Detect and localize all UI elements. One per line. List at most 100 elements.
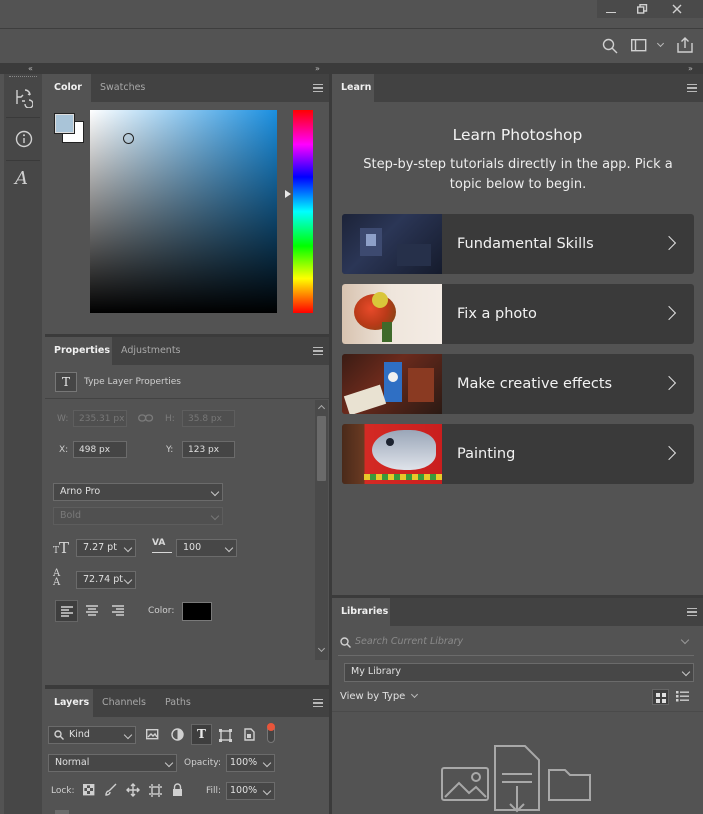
tab-libraries[interactable]: Libraries: [332, 598, 390, 626]
share-icon[interactable]: [677, 37, 693, 53]
tab-adjustments[interactable]: Adjustments: [112, 337, 190, 365]
leading-icon: AA: [53, 568, 61, 588]
smart-object-filter-icon[interactable]: [244, 728, 255, 741]
color-picker-cursor[interactable]: [123, 133, 134, 144]
library-search[interactable]: Search Current Library: [338, 633, 694, 653]
workspace-button[interactable]: [631, 38, 669, 54]
learn-item-title: Fundamental Skills: [457, 236, 594, 252]
restore-button[interactable]: [627, 0, 657, 18]
foreground-color-swatch[interactable]: [54, 113, 75, 134]
expand-panels-icon[interactable]: »: [315, 63, 320, 74]
font-family-value: Arno Pro: [60, 486, 101, 497]
leading-select[interactable]: 72.74 pt: [76, 571, 136, 589]
learn-panel-menu-icon[interactable]: [687, 84, 697, 92]
properties-panel-menu-icon[interactable]: [313, 347, 323, 355]
icon-strip-divider: [6, 117, 40, 118]
chevron-down-icon: [123, 543, 133, 553]
scroll-down-icon[interactable]: [317, 644, 326, 653]
align-center-button[interactable]: [81, 600, 104, 622]
lock-artboard-icon[interactable]: [149, 784, 162, 797]
tab-properties[interactable]: Properties: [45, 337, 112, 365]
blend-mode-value: Normal: [55, 757, 90, 768]
link-icon[interactable]: [138, 413, 154, 423]
color-panel-header: Color Swatches: [45, 74, 329, 102]
fill-label: Fill:: [206, 786, 222, 796]
learn-item-title: Make creative effects: [457, 376, 613, 392]
layer-filter-select[interactable]: Kind: [48, 726, 136, 744]
properties-scrollbar[interactable]: [315, 400, 328, 660]
x-field[interactable]: 498 px: [73, 441, 127, 458]
type-color-swatch[interactable]: [182, 602, 212, 621]
collapse-left-icon[interactable]: «: [28, 63, 33, 74]
expand-right-icon[interactable]: »: [688, 63, 693, 74]
tab-learn[interactable]: Learn: [332, 74, 374, 102]
chevron-right-icon: [661, 305, 677, 321]
type-filter-button[interactable]: T: [191, 724, 212, 745]
pixel-filter-icon[interactable]: [146, 729, 159, 740]
chevron-down-icon: [224, 543, 234, 553]
color-field[interactable]: [90, 110, 277, 313]
blend-mode-select[interactable]: Normal: [48, 754, 177, 772]
grid-view-icon: [656, 693, 666, 703]
hue-slider-handle[interactable]: [285, 190, 291, 198]
libraries-panel-menu-icon[interactable]: [687, 608, 697, 616]
y-label: Y:: [166, 445, 174, 455]
tab-channels[interactable]: Channels: [93, 689, 156, 717]
adjustment-filter-icon[interactable]: [171, 728, 184, 741]
learn-item-painting[interactable]: Painting: [342, 424, 694, 484]
properties-panel-header: Properties Adjustments: [45, 337, 329, 365]
tab-paths[interactable]: Paths: [156, 689, 198, 717]
close-button[interactable]: [661, 0, 695, 18]
learn-item-fix-a-photo[interactable]: Fix a photo: [342, 284, 694, 344]
library-select[interactable]: My Library: [344, 663, 694, 682]
search-icon: [340, 637, 351, 648]
align-left-icon: [61, 606, 73, 617]
hue-slider[interactable]: [293, 110, 313, 313]
lock-transparent-pixels-icon[interactable]: [83, 784, 95, 796]
options-bar: [0, 29, 703, 63]
tab-color[interactable]: Color: [45, 74, 91, 102]
minimize-button[interactable]: [597, 0, 627, 18]
x-label: X:: [59, 445, 69, 455]
shape-filter-icon[interactable]: [219, 729, 232, 742]
opacity-field[interactable]: 100%: [226, 754, 275, 772]
view-by-select[interactable]: View by Type: [340, 690, 425, 706]
learn-subtitle: Step-by-step tutorials directly in the a…: [363, 157, 673, 192]
type-layer-badge: T: [55, 372, 77, 392]
font-style-select[interactable]: Bold: [53, 507, 223, 525]
learn-item-fundamental-skills[interactable]: Fundamental Skills: [342, 214, 694, 274]
lock-position-icon[interactable]: [126, 783, 140, 797]
list-view-icon[interactable]: [676, 691, 689, 702]
font-size-select[interactable]: 7.27 pt: [76, 539, 136, 557]
scrollbar-thumb[interactable]: [317, 416, 326, 481]
width-field[interactable]: 235.31 px: [73, 410, 127, 427]
layers-panel-menu-icon[interactable]: [313, 699, 323, 707]
tracking-select[interactable]: 100: [176, 539, 237, 557]
glyphs-icon[interactable]: A: [15, 168, 28, 189]
height-field[interactable]: 35.8 px: [182, 410, 235, 427]
learn-item-title: Painting: [457, 446, 516, 462]
info-icon[interactable]: [15, 130, 33, 148]
minimize-icon: [606, 12, 616, 14]
align-right-button[interactable]: [107, 600, 130, 622]
lock-image-pixels-icon[interactable]: [104, 783, 117, 797]
history-button[interactable]: [6, 82, 40, 114]
lock-label: Lock:: [51, 786, 75, 796]
lock-all-icon[interactable]: [172, 783, 183, 796]
tab-swatches[interactable]: Swatches: [91, 74, 153, 102]
chevron-down-icon: [410, 690, 419, 699]
font-size-icon: TT: [53, 539, 70, 557]
align-left-button[interactable]: [55, 600, 78, 622]
font-family-select[interactable]: Arno Pro: [53, 483, 223, 501]
learn-item-make-creative-effects[interactable]: Make creative effects: [342, 354, 694, 414]
chevron-down-icon: [680, 635, 690, 645]
chevron-right-icon: [661, 375, 677, 391]
fill-field[interactable]: 100%: [226, 782, 275, 800]
scroll-up-icon[interactable]: [317, 404, 326, 413]
color-panel-menu-icon[interactable]: [313, 84, 323, 92]
grid-view-button[interactable]: [652, 689, 669, 705]
tab-layers[interactable]: Layers: [45, 689, 93, 717]
painting-thumbnail: [342, 424, 442, 484]
y-field[interactable]: 123 px: [182, 441, 235, 458]
search-icon[interactable]: [602, 38, 618, 54]
